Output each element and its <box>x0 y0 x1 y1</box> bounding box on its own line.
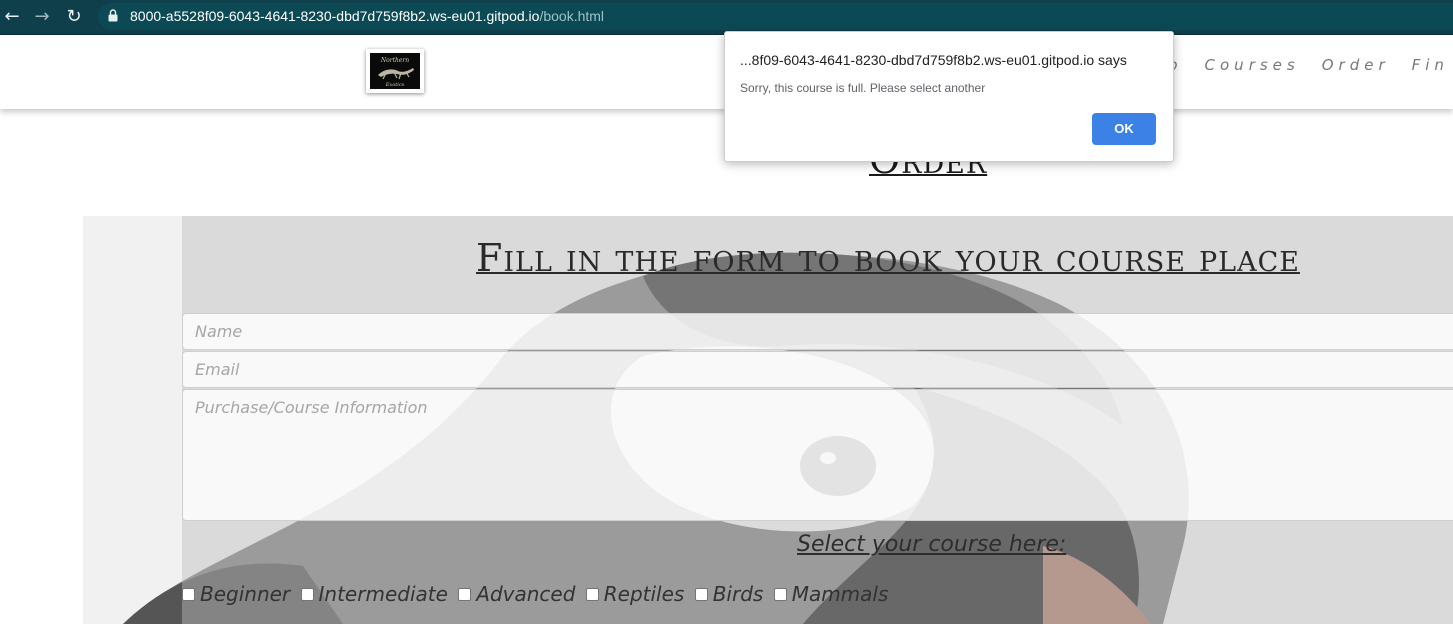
course-label-intermediate: Intermediate <box>318 581 448 606</box>
name-input[interactable] <box>182 313 1453 350</box>
course-label-reptiles: Reptiles <box>603 581 685 606</box>
course-info-textarea[interactable] <box>182 389 1453 521</box>
svg-text:Exotics: Exotics <box>385 82 405 88</box>
course-label-beginner: Beginner <box>200 581 291 606</box>
course-option-advanced[interactable]: Advanced <box>458 582 575 606</box>
main-nav: p Courses Order Fin <box>1168 56 1453 74</box>
lizard-emblem-icon: Northern Exotics <box>370 53 420 89</box>
checkbox-birds[interactable] <box>694 587 708 601</box>
svg-text:Northern: Northern <box>380 57 409 64</box>
checkbox-mammals[interactable] <box>773 587 787 601</box>
dialog-message: Sorry, this course is full. Please selec… <box>740 81 986 95</box>
ok-button[interactable]: OK <box>1092 113 1156 145</box>
checkbox-reptiles[interactable] <box>585 587 599 601</box>
course-select-label: Select your course here: <box>797 532 1067 557</box>
booking-form: Fill in the form to book your course pla… <box>182 216 1453 624</box>
checkbox-intermediate[interactable] <box>300 587 314 601</box>
nav-item-courses[interactable]: Courses <box>1205 56 1300 74</box>
browser-toolbar: ← → ↻ 8000-a5528f09-6043-4641-8230-dbd7d… <box>0 0 1453 35</box>
url-host: 8000-a5528f09-6043-4641-8230-dbd7d759f8b… <box>130 8 540 24</box>
course-label-advanced: Advanced <box>476 581 576 606</box>
lock-icon <box>108 9 118 22</box>
url-path: /book.html <box>539 8 605 24</box>
email-input[interactable] <box>182 351 1453 388</box>
back-arrow-icon[interactable]: ← <box>1 6 23 28</box>
dialog-title: ...8f09-6043-4641-8230-dbd7d759f8b2.ws-e… <box>740 52 1127 68</box>
booking-section: Fill in the form to book your course pla… <box>83 216 1453 624</box>
logo-image: Northern Exotics <box>370 53 420 89</box>
course-option-beginner[interactable]: Beginner <box>182 582 290 606</box>
course-option-mammals[interactable]: Mammals <box>773 581 889 606</box>
site-logo[interactable]: Northern Exotics <box>366 49 424 93</box>
reload-icon[interactable]: ↻ <box>63 6 85 28</box>
course-option-reptiles[interactable]: Reptiles <box>585 581 685 606</box>
course-checkbox-group: Beginner Intermediate Advanced Reptiles … <box>182 580 892 606</box>
form-heading: Fill in the form to book your course pla… <box>476 236 1300 280</box>
course-option-intermediate[interactable]: Intermediate <box>300 581 448 606</box>
course-label-mammals: Mammals <box>791 581 889 606</box>
checkbox-advanced[interactable] <box>458 587 472 601</box>
course-option-birds[interactable]: Birds <box>694 581 764 606</box>
checkbox-beginner[interactable] <box>182 587 195 601</box>
alert-dialog: ...8f09-6043-4641-8230-dbd7d759f8b2.ws-e… <box>724 31 1174 162</box>
nav-item-order[interactable]: Order <box>1322 56 1390 74</box>
course-label-birds: Birds <box>712 581 764 606</box>
url-text[interactable]: 8000-a5528f09-6043-4641-8230-dbd7d759f8b… <box>130 7 604 25</box>
nav-item-fin[interactable]: Fin <box>1412 56 1449 74</box>
forward-arrow-icon[interactable]: → <box>31 6 53 28</box>
